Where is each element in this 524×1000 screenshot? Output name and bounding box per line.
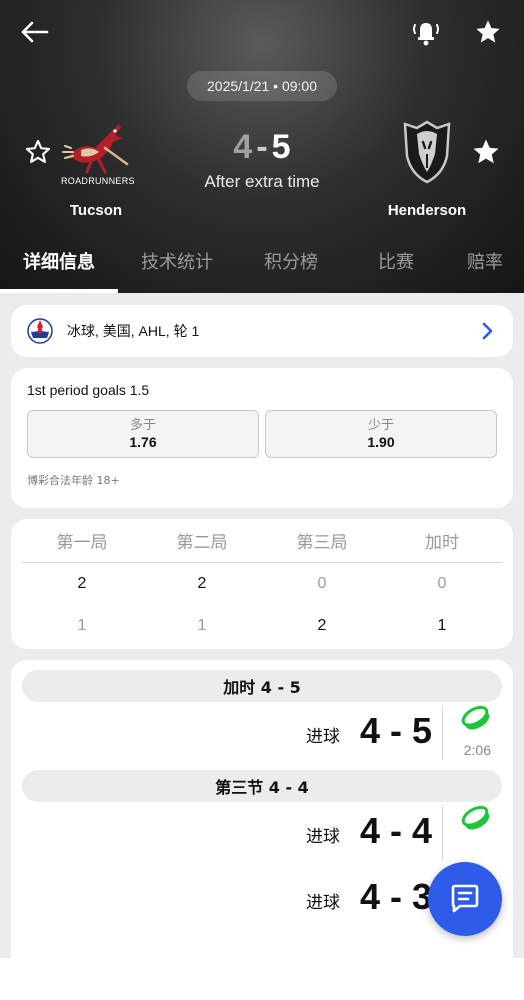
goal-event[interactable]: 进球 4 - 5 2:06 — [22, 702, 502, 798]
chat-button[interactable] — [428, 862, 502, 936]
period-cell: 0 — [437, 575, 447, 592]
event-divider — [442, 706, 443, 760]
period-header: 第一局 — [56, 533, 108, 553]
tab-standings[interactable]: 积分榜 — [236, 240, 346, 282]
tab-bar: 详细信息 技术统计 积分榜 比赛 赔率 — [0, 240, 524, 293]
roadrunners-logo: ROADRUNNERS — [61, 118, 135, 188]
chat-icon — [451, 884, 479, 913]
period-cell: 1 — [77, 617, 87, 634]
home-period-row: 2 2 0 0 — [22, 563, 502, 605]
league-text: 冰球, 美国, AHL, 轮 1 — [67, 323, 200, 339]
ahl-league-icon — [27, 318, 53, 344]
away-team[interactable]: Henderson — [372, 118, 482, 219]
period-headers: 第一局 第二局 第三局 加时 — [22, 519, 502, 563]
event-score: 4 - 4 — [359, 810, 432, 851]
home-score: 4 — [233, 128, 253, 166]
match-status: After extra time — [204, 172, 320, 191]
age-disclaimer: 博彩合法年龄 18+ — [27, 474, 120, 487]
section-header-overtime: 加时 4 - 5 — [22, 670, 502, 702]
logo-caption: ROADRUNNERS — [61, 176, 135, 186]
bottom-safe-area — [0, 958, 524, 1000]
event-label: 进球 — [306, 727, 340, 747]
odds-over-label: 多于 — [129, 417, 156, 433]
silver-knights-logo — [399, 118, 455, 186]
match-score: 4-5 — [162, 128, 362, 167]
period-header: 第二局 — [176, 533, 228, 553]
period-cell: 2 — [317, 617, 327, 634]
event-label: 进球 — [306, 827, 340, 847]
home-team-name: Tucson — [69, 202, 123, 219]
odds-card: 1st period goals 1.5 多于 1.76 少于 1.90 博彩合… — [11, 368, 513, 508]
period-header: 第三局 — [296, 533, 348, 553]
score-separator: - — [256, 128, 268, 166]
puck-icon — [460, 802, 492, 834]
away-team-name: Henderson — [387, 202, 467, 219]
match-header: 2025/1/21 • 09:00 ROADRUNNERS Tucson Hen… — [0, 0, 524, 293]
match-events: 加时 4 - 5 进球 4 - 5 2:06 第三节 4 - 4 进球 4 - … — [11, 660, 513, 1000]
period-cell: 0 — [317, 575, 327, 592]
odds-over-button[interactable]: 多于 1.76 — [27, 410, 259, 458]
period-header: 加时 — [425, 533, 459, 553]
period-cell: 2 — [197, 575, 207, 592]
active-tab-indicator — [0, 289, 118, 293]
tab-odds[interactable]: 赔率 — [446, 240, 524, 282]
chevron-right-icon[interactable] — [477, 321, 497, 341]
league-row[interactable]: 冰球, 美国, AHL, 轮 1 — [11, 305, 513, 357]
event-divider — [442, 806, 443, 860]
event-score: 4 - 5 — [359, 710, 432, 751]
event-time: 2:06 — [463, 742, 491, 758]
tab-stats[interactable]: 技术统计 — [118, 240, 236, 282]
tab-details[interactable]: 详细信息 — [0, 240, 118, 282]
odds-market-title: 1st period goals 1.5 — [27, 382, 150, 398]
event-label: 进球 — [306, 893, 340, 913]
period-scores-table: 第一局 第二局 第三局 加时 2 2 0 0 1 1 2 1 — [11, 519, 513, 649]
period-cell: 1 — [197, 617, 207, 634]
home-team[interactable]: ROADRUNNERS Tucson — [44, 118, 148, 219]
tab-matches[interactable]: 比赛 — [346, 240, 446, 282]
back-arrow-icon[interactable] — [14, 14, 54, 50]
match-datetime: 2025/1/21 • 09:00 — [187, 71, 337, 101]
odds-under-label: 少于 — [367, 417, 394, 433]
star-icon[interactable] — [468, 14, 508, 50]
puck-icon — [460, 702, 492, 734]
away-score: 5 — [271, 128, 291, 166]
period-cell: 1 — [437, 617, 447, 634]
odds-over-value: 1.76 — [129, 433, 157, 450]
event-score: 4 - 3 — [359, 876, 432, 917]
alarm-bell-icon[interactable] — [406, 14, 446, 50]
odds-under-value: 1.90 — [367, 433, 395, 450]
odds-under-button[interactable]: 少于 1.90 — [265, 410, 497, 458]
period-cell: 2 — [77, 575, 87, 592]
away-period-row: 1 1 2 1 — [22, 605, 502, 647]
goal-event[interactable]: 进球 4 - 3 — [22, 868, 502, 964]
